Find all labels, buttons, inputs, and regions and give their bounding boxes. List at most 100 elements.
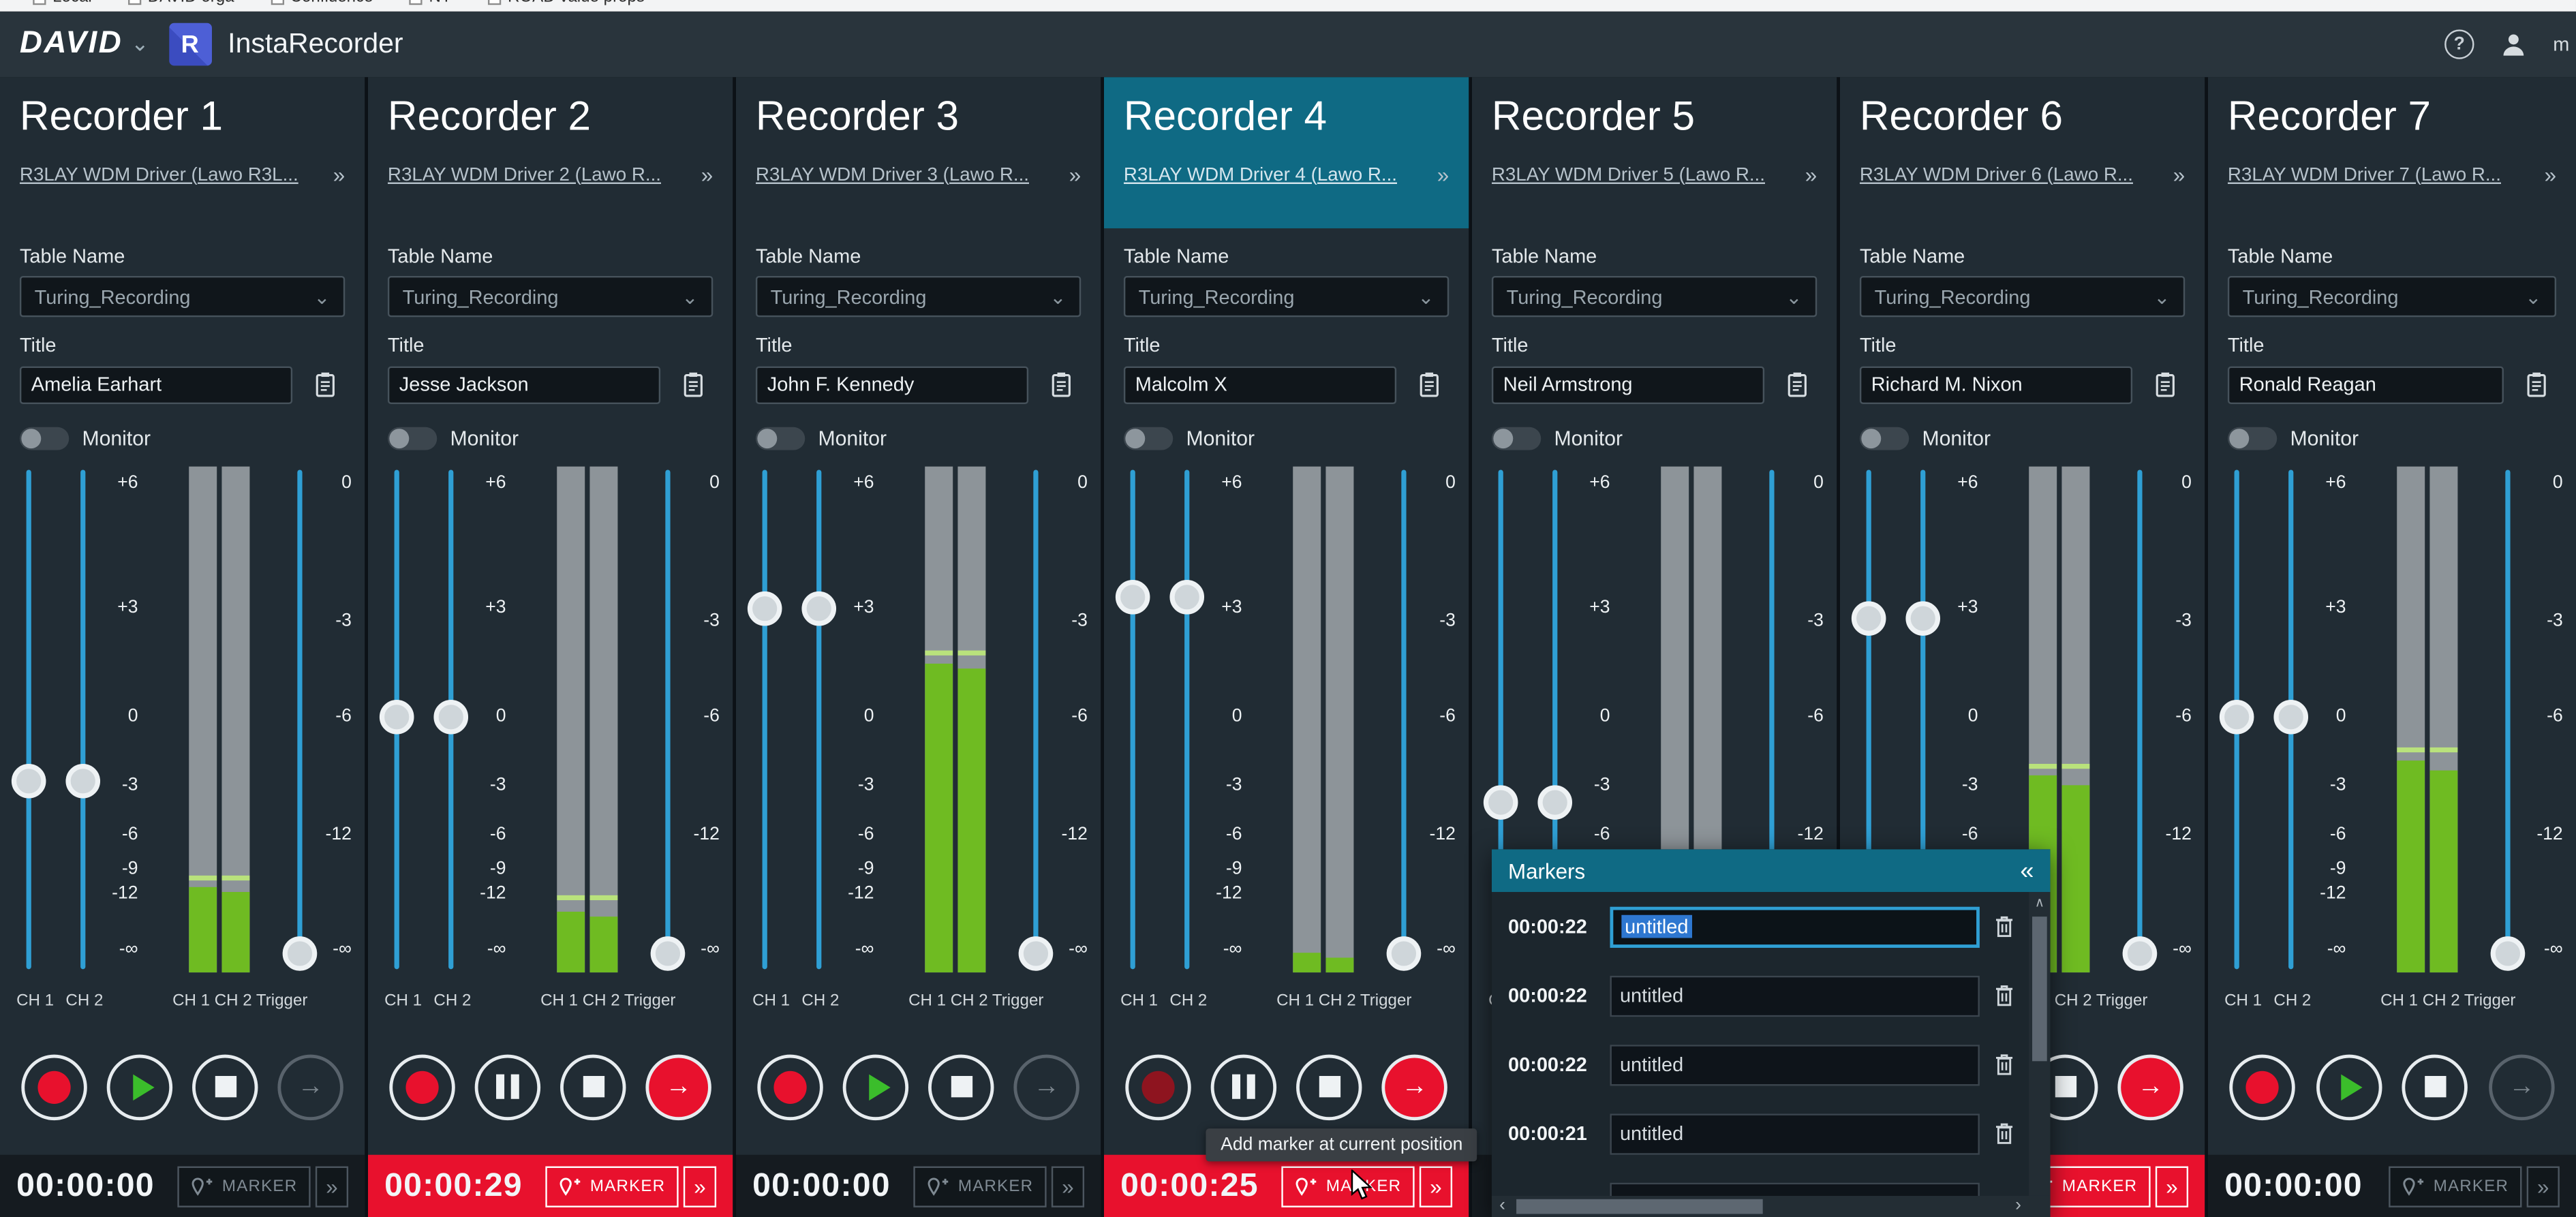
recorder-header[interactable]: Recorder 7 R3LAY WDM Driver 7 (Lawo R...…	[2208, 77, 2576, 228]
stop-button[interactable]	[560, 1053, 626, 1120]
scrollbar-thumb[interactable]	[1516, 1199, 1763, 1214]
trash-icon[interactable]	[1995, 1053, 2021, 1076]
record-button[interactable]	[21, 1053, 87, 1120]
driver-link[interactable]: R3LAY WDM Driver (Lawo R3L...	[20, 165, 323, 185]
title-input[interactable]: Amelia Earhart	[19, 365, 293, 403]
recorder-header[interactable]: Recorder 6 R3LAY WDM Driver 6 (Lawo R...…	[1840, 77, 2205, 228]
chevron-double-icon[interactable]: »	[1805, 163, 1817, 187]
collapse-panel-icon[interactable]: «	[2020, 857, 2034, 884]
title-input[interactable]: Malcolm X	[1123, 365, 1397, 403]
clipboard-icon[interactable]	[1041, 365, 1081, 404]
trash-icon[interactable]	[1995, 1122, 2021, 1145]
table-name-select[interactable]: Turing_Recording ⌄	[387, 275, 714, 318]
trigger-fader-track[interactable]	[665, 469, 671, 970]
ch1-fader-track[interactable]	[762, 469, 767, 970]
marker-name-input[interactable]: untitled	[1610, 974, 1980, 1017]
trash-icon[interactable]	[1995, 915, 2021, 938]
title-input[interactable]: Jesse Jackson	[387, 365, 661, 403]
ch1-fader-track[interactable]	[26, 469, 31, 970]
marker-expand-button[interactable]: »	[315, 1165, 349, 1207]
chevron-down-icon[interactable]: ⌄	[131, 31, 149, 58]
record-button[interactable]	[757, 1053, 823, 1120]
table-name-select[interactable]: Turing_Recording ⌄	[1859, 275, 2186, 318]
play-pause-button[interactable]	[106, 1053, 173, 1120]
recorder-header[interactable]: Recorder 4 R3LAY WDM Driver 4 (Lawo R...…	[1103, 77, 1469, 229]
ch1-fader-handle[interactable]	[2219, 699, 2254, 735]
scroll-up-icon[interactable]: ∧	[2029, 892, 2050, 913]
play-pause-button[interactable]	[474, 1053, 541, 1120]
marker-button[interactable]: MARKER	[177, 1165, 311, 1207]
david-logo[interactable]: DAVID	[20, 27, 123, 63]
title-input[interactable]: Neil Armstrong	[1491, 365, 1765, 403]
title-input[interactable]: John F. Kennedy	[755, 365, 1029, 403]
marker-button[interactable]: MARKER	[545, 1165, 679, 1207]
user-icon[interactable]	[2500, 31, 2527, 58]
monitor-toggle[interactable]	[1491, 427, 1542, 450]
ch1-fader-handle[interactable]	[1483, 785, 1518, 820]
ch1-fader-handle[interactable]	[747, 591, 782, 626]
stop-button[interactable]	[928, 1053, 994, 1120]
driver-link[interactable]: R3LAY WDM Driver 4 (Lawo R...	[1124, 165, 1427, 185]
trigger-fader-track[interactable]	[297, 469, 303, 970]
trigger-fader-track[interactable]	[1401, 469, 1407, 970]
ch1-fader-handle[interactable]	[1851, 601, 1886, 636]
recorder-header[interactable]: Recorder 1 R3LAY WDM Driver (Lawo R3L...…	[0, 77, 365, 228]
record-button[interactable]	[2229, 1053, 2295, 1120]
stop-button[interactable]	[1296, 1053, 1362, 1120]
bookmark-item[interactable]: Local	[33, 0, 92, 7]
markers-panel-header[interactable]: Markers «	[1491, 849, 2051, 893]
clipboard-icon[interactable]	[1777, 365, 1817, 404]
clipboard-icon[interactable]	[2145, 365, 2185, 404]
driver-link[interactable]: R3LAY WDM Driver 7 (Lawo R...	[2228, 165, 2534, 185]
trigger-fader-track[interactable]	[1033, 469, 1039, 970]
chevron-double-icon[interactable]: »	[1437, 163, 1449, 187]
play-pause-button[interactable]	[1210, 1053, 1277, 1120]
marker-button[interactable]: MARKER	[913, 1165, 1047, 1207]
monitor-toggle[interactable]	[755, 427, 806, 450]
skip-button[interactable]: →	[2489, 1053, 2555, 1120]
ch1-fader-handle[interactable]	[11, 763, 46, 799]
ch2-fader-track[interactable]	[816, 469, 822, 970]
chevron-double-icon[interactable]: »	[1069, 163, 1081, 187]
skip-button[interactable]: →	[645, 1053, 711, 1120]
table-name-select[interactable]: Turing_Recording ⌄	[2227, 275, 2557, 318]
clipboard-icon[interactable]	[305, 365, 345, 404]
marker-name-input[interactable]: untitled	[1610, 1043, 1980, 1085]
ch2-fader-track[interactable]	[80, 469, 86, 970]
driver-link[interactable]: R3LAY WDM Driver 6 (Lawo R...	[1860, 165, 2163, 185]
ch1-fader-track[interactable]	[1130, 469, 1135, 970]
clipboard-icon[interactable]	[1409, 365, 1449, 404]
marker-expand-button[interactable]: »	[1051, 1165, 1085, 1207]
table-name-select[interactable]: Turing_Recording ⌄	[755, 275, 1082, 318]
scroll-right-icon[interactable]: ›	[2008, 1196, 2029, 1217]
bookmark-item[interactable]: NY	[409, 0, 452, 7]
bookmark-item[interactable]: Confluence	[270, 0, 373, 7]
play-pause-button[interactable]	[842, 1053, 909, 1120]
stop-button[interactable]	[192, 1053, 258, 1120]
title-input[interactable]: Ronald Reagan	[2227, 365, 2504, 403]
title-input[interactable]: Richard M. Nixon	[1859, 365, 2133, 403]
ch1-fader-handle[interactable]	[379, 699, 414, 735]
marker-expand-button[interactable]: »	[683, 1165, 717, 1207]
monitor-toggle[interactable]	[387, 427, 438, 450]
trigger-fader-track[interactable]	[2137, 469, 2143, 970]
marker-expand-button[interactable]: »	[2155, 1165, 2189, 1207]
record-button[interactable]	[389, 1053, 455, 1120]
trigger-fader-track[interactable]	[2505, 469, 2511, 970]
trash-icon[interactable]	[1995, 984, 2021, 1007]
recorder-header[interactable]: Recorder 5 R3LAY WDM Driver 5 (Lawo R...…	[1472, 77, 1837, 228]
horizontal-scrollbar[interactable]: ‹ ›	[1491, 1195, 2029, 1217]
bookmark-item[interactable]: DAVID orga	[127, 0, 234, 7]
recorder-header[interactable]: Recorder 2 R3LAY WDM Driver 2 (Lawo R...…	[368, 77, 733, 228]
marker-row[interactable]: 00:00:22 untitled	[1492, 1030, 2051, 1099]
ch2-fader-track[interactable]	[1184, 469, 1190, 970]
chevron-double-icon[interactable]: »	[2545, 163, 2556, 187]
skip-button[interactable]: →	[277, 1053, 343, 1120]
clipboard-icon[interactable]	[2517, 365, 2556, 404]
chevron-double-icon[interactable]: »	[701, 163, 713, 187]
stop-button[interactable]	[2402, 1053, 2468, 1120]
driver-link[interactable]: R3LAY WDM Driver 5 (Lawo R...	[1492, 165, 1795, 185]
marker-name-input[interactable]: untitled	[1610, 906, 1980, 947]
record-button[interactable]	[1125, 1053, 1191, 1120]
driver-link[interactable]: R3LAY WDM Driver 2 (Lawo R...	[388, 165, 691, 185]
